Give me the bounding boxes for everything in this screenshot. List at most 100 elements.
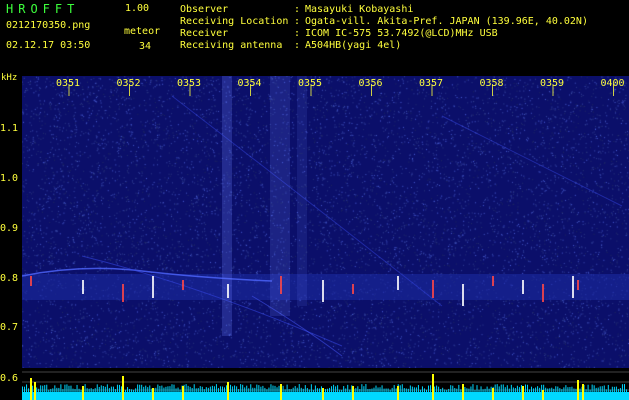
meteor-echo [577, 280, 579, 290]
noise-level-bar [254, 387, 256, 392]
noise-level-bar [316, 388, 318, 392]
meteor-echo [522, 280, 524, 294]
noise-floor [22, 392, 629, 400]
noise-level-bar [230, 384, 232, 392]
noise-level-bar [486, 386, 488, 392]
noise-level-bar [375, 385, 377, 392]
noise-level-bar [298, 384, 300, 392]
meteor-level-bar [432, 374, 434, 400]
file-name: 0212170350.png [6, 20, 91, 31]
noise-level-bar [573, 388, 575, 392]
noise-level-bar [561, 389, 563, 392]
unit-label: kHz [1, 73, 18, 83]
noise-level-bar [355, 388, 357, 392]
noise-level-bar [318, 388, 320, 392]
noise-level-bar [335, 386, 337, 392]
noise-level-bar [413, 387, 415, 392]
noise-level-bar [274, 385, 276, 392]
noise-level-bar [179, 389, 181, 392]
noise-level-bar [393, 385, 395, 392]
freq-tick: 1.0 [0, 173, 19, 184]
noise-level-bar [120, 386, 122, 392]
time-tick: 0353 [177, 78, 202, 89]
noise-level-bar [205, 387, 207, 392]
time-tick: 0358 [479, 78, 504, 89]
noise-level-bar [62, 389, 64, 392]
noise-level-bar [234, 385, 236, 392]
noise-level-bar [609, 389, 611, 392]
noise-level-bar [137, 384, 139, 392]
noise-level-bar [248, 388, 250, 392]
noise-level-bar [171, 384, 173, 392]
noise-level-bar [187, 385, 189, 392]
noise-level-bar [36, 387, 38, 392]
noise-level-bar [163, 387, 165, 392]
meteor-echo [322, 280, 324, 302]
noise-level-bar [383, 388, 385, 392]
noise-level-bar [474, 389, 476, 392]
noise-level-bar [347, 384, 349, 392]
noise-level-bar [575, 388, 577, 392]
noise-level-bar [224, 387, 225, 392]
noise-level-bar [314, 385, 316, 392]
noise-level-bar [448, 388, 450, 392]
header-panel: HROFFT 1.00 0212170350.png 02.12.17 03:5… [0, 0, 629, 76]
noise-level-bar [145, 385, 147, 392]
noise-level-bar [197, 388, 199, 392]
noise-level-bar [563, 387, 565, 392]
meteor-echo [492, 276, 494, 286]
noise-level-bar [551, 387, 553, 392]
noise-level-bar [569, 387, 571, 392]
noise-level-bar [377, 387, 379, 392]
noise-level-bar [545, 387, 547, 392]
noise-level-bar [557, 386, 559, 392]
noise-level-bar [68, 385, 70, 392]
noise-level-bar [535, 387, 537, 392]
antenna-colon: : [294, 40, 301, 51]
noise-level-bar [357, 386, 359, 392]
noise-level-bar [373, 387, 375, 392]
meteor-level-bar [462, 384, 464, 400]
time-tick: 0400 [600, 78, 625, 89]
noise-level-bar [28, 388, 30, 392]
noise-level-bar [405, 388, 407, 392]
noise-level-bar [256, 384, 258, 392]
time-tick: 0356 [358, 78, 383, 89]
noise-level-bar [500, 384, 502, 392]
noise-level-bar [329, 387, 331, 392]
noise-level-bar [498, 386, 500, 392]
date-time: 02.12.17 03:50 [6, 40, 91, 51]
noise-level-bar [139, 384, 141, 392]
noise-level-bar [478, 389, 480, 392]
noise-level-bar [484, 388, 486, 392]
noise-level-bar [167, 386, 169, 392]
noise-level-bar [209, 386, 211, 392]
noise-level-bar [211, 385, 213, 392]
noise-level-bar [417, 385, 419, 392]
noise-level-bar [617, 388, 619, 392]
noise-level-bar [369, 388, 371, 392]
noise-level-bar [201, 386, 203, 392]
noise-level-bar [345, 388, 347, 392]
noise-level-bar [327, 388, 329, 392]
meteor-echo [432, 280, 434, 298]
noise-level-bar [381, 385, 383, 392]
noise-level-bar [476, 385, 478, 392]
noise-level-bar [244, 387, 246, 392]
noise-level-bar [24, 386, 26, 392]
noise-level-bar [403, 388, 405, 392]
noise-level-bar [127, 387, 129, 392]
noise-level-bar [213, 386, 215, 392]
noise-level-bar [591, 384, 593, 392]
noise-level-bar [272, 385, 274, 392]
noise-level-bar [434, 386, 436, 392]
noise-level-bar [90, 388, 92, 392]
app-version: 1.00 [125, 3, 150, 14]
noise-level-bar [365, 384, 367, 392]
noise-level-bar [460, 389, 462, 392]
noise-level-bar [236, 386, 238, 392]
time-tick: 0355 [298, 78, 323, 89]
noise-level-bar [599, 386, 601, 392]
noise-level-bar [58, 387, 60, 392]
noise-level-bar [363, 386, 365, 392]
